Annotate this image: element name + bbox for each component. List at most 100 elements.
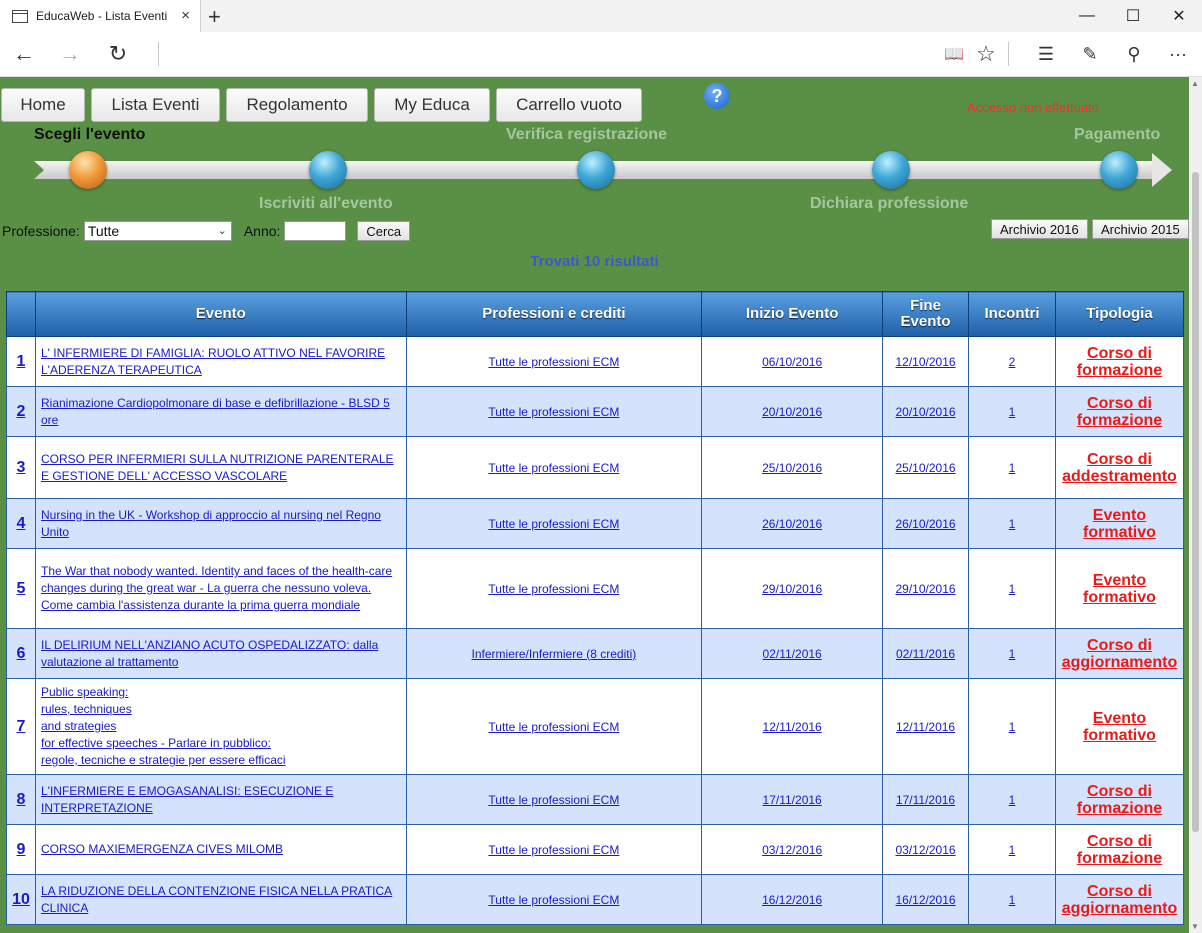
menu-home-button[interactable]: Home bbox=[1, 88, 85, 122]
back-icon[interactable]: ← bbox=[4, 32, 44, 76]
event-type-link[interactable]: Evento formativo bbox=[1083, 507, 1156, 541]
event-title-link[interactable]: LA RIDUZIONE DELLA CONTENZIONE FISICA NE… bbox=[41, 884, 392, 915]
row-number-link[interactable]: 4 bbox=[17, 515, 26, 532]
end-date-link[interactable]: 16/12/2016 bbox=[895, 893, 955, 907]
row-number-link[interactable]: 10 bbox=[12, 891, 30, 908]
close-window-button[interactable]: ✕ bbox=[1156, 0, 1202, 32]
favorite-star-icon[interactable]: ☆ bbox=[966, 32, 1006, 76]
event-title-link[interactable]: Nursing in the UK - Workshop di approcci… bbox=[41, 508, 381, 539]
refresh-icon[interactable]: ↻ bbox=[98, 32, 138, 76]
start-date-link[interactable]: 29/10/2016 bbox=[762, 582, 822, 596]
start-date-link[interactable]: 25/10/2016 bbox=[762, 461, 822, 475]
end-date-link[interactable]: 29/10/2016 bbox=[895, 582, 955, 596]
professions-link[interactable]: Tutte le professioni ECM bbox=[488, 893, 619, 907]
end-date-link[interactable]: 03/12/2016 bbox=[895, 843, 955, 857]
end-date-link[interactable]: 20/10/2016 bbox=[895, 405, 955, 419]
event-type-link[interactable]: Corso di formazione bbox=[1077, 395, 1162, 429]
row-number-link[interactable]: 7 bbox=[17, 718, 26, 735]
professions-link[interactable]: Tutte le professioni ECM bbox=[488, 582, 619, 596]
more-icon[interactable]: ··· bbox=[1158, 32, 1198, 76]
web-note-icon[interactable]: ✎ bbox=[1070, 32, 1110, 76]
event-title-link[interactable]: CORSO PER INFERMIERI SULLA NUTRIZIONE PA… bbox=[41, 452, 394, 483]
professions-link[interactable]: Tutte le professioni ECM bbox=[488, 843, 619, 857]
table-cell: Nursing in the UK - Workshop di approcci… bbox=[34, 498, 407, 549]
professions-link[interactable]: Tutte le professioni ECM bbox=[488, 405, 619, 419]
meetings-link[interactable]: 1 bbox=[1009, 517, 1016, 531]
scroll-down-icon[interactable]: ▼ bbox=[1191, 922, 1199, 931]
meetings-link[interactable]: 1 bbox=[1009, 720, 1016, 734]
page-scrollbar[interactable]: ▲ ▼ bbox=[1189, 77, 1202, 933]
start-date-link[interactable]: 16/12/2016 bbox=[762, 893, 822, 907]
professions-link[interactable]: Tutte le professioni ECM bbox=[488, 517, 619, 531]
start-date-link[interactable]: 06/10/2016 bbox=[762, 355, 822, 369]
end-date-link[interactable]: 26/10/2016 bbox=[895, 517, 955, 531]
event-type-link[interactable]: Evento formativo bbox=[1083, 572, 1156, 606]
professions-link[interactable]: Tutte le professioni ECM bbox=[488, 793, 619, 807]
menu-my-educa-button[interactable]: My Educa bbox=[374, 88, 490, 122]
meetings-link[interactable]: 1 bbox=[1009, 843, 1016, 857]
start-date-link[interactable]: 12/11/2016 bbox=[763, 720, 822, 734]
meetings-link[interactable]: 1 bbox=[1009, 405, 1016, 419]
archive-2015-button[interactable]: Archivio 2015 bbox=[1092, 219, 1189, 239]
professions-link[interactable]: Infermiere/Infermiere (8 crediti) bbox=[472, 647, 637, 661]
event-type-link[interactable]: Corso di formazione bbox=[1077, 833, 1162, 867]
event-title-link[interactable]: Rianimazione Cardiopolmonare di base e d… bbox=[41, 396, 390, 427]
search-button[interactable]: Cerca bbox=[357, 221, 411, 241]
event-type-link[interactable]: Corso di formazione bbox=[1077, 783, 1162, 817]
archive-2016-button[interactable]: Archivio 2016 bbox=[991, 219, 1088, 239]
menu-cart-button[interactable]: Carrello vuoto bbox=[496, 88, 642, 122]
event-type-link[interactable]: Corso di formazione bbox=[1077, 345, 1162, 379]
help-icon[interactable]: ? bbox=[704, 83, 730, 109]
meetings-link[interactable]: 2 bbox=[1009, 355, 1016, 369]
event-title-link[interactable]: CORSO MAXIEMERGENZA CIVES MILOMB bbox=[41, 842, 283, 856]
meetings-link[interactable]: 1 bbox=[1009, 582, 1016, 596]
browser-tab[interactable]: EducaWeb - Lista Eventi × bbox=[0, 0, 201, 32]
event-type-link[interactable]: Corso di aggiornamento bbox=[1062, 637, 1178, 671]
meetings-link[interactable]: 1 bbox=[1009, 793, 1016, 807]
start-date-link[interactable]: 17/11/2016 bbox=[763, 793, 822, 807]
hub-icon[interactable]: ☰ bbox=[1026, 32, 1066, 76]
row-number-link[interactable]: 2 bbox=[17, 403, 26, 420]
meetings-link[interactable]: 1 bbox=[1009, 461, 1016, 475]
scrollbar-thumb[interactable] bbox=[1192, 172, 1199, 832]
event-type-link[interactable]: Corso di aggiornamento bbox=[1062, 883, 1178, 917]
meetings-link[interactable]: 1 bbox=[1009, 893, 1016, 907]
professions-link[interactable]: Tutte le professioni ECM bbox=[488, 720, 619, 734]
maximize-button[interactable]: ☐ bbox=[1110, 0, 1156, 32]
event-title-link[interactable]: Public speaking: rules, techniques and s… bbox=[41, 685, 286, 767]
meetings-link[interactable]: 1 bbox=[1009, 647, 1016, 661]
event-title-link[interactable]: L' INFERMIERE DI FAMIGLIA: RUOLO ATTIVO … bbox=[41, 346, 385, 377]
event-title-link[interactable]: IL DELIRIUM NELL'ANZIANO ACUTO OSPEDALIZ… bbox=[41, 638, 378, 669]
scroll-up-icon[interactable]: ▲ bbox=[1191, 79, 1199, 88]
end-date-link[interactable]: 12/11/2016 bbox=[896, 720, 955, 734]
start-date-link[interactable]: 26/10/2016 bbox=[762, 517, 822, 531]
new-tab-button[interactable]: + bbox=[208, 4, 221, 30]
row-number-link[interactable]: 8 bbox=[17, 791, 26, 808]
end-date-link[interactable]: 25/10/2016 bbox=[895, 461, 955, 475]
end-date-link[interactable]: 02/11/2016 bbox=[896, 647, 955, 661]
menu-rules-button[interactable]: Regolamento bbox=[226, 88, 368, 122]
event-type-link[interactable]: Evento formativo bbox=[1083, 710, 1156, 744]
tab-close-icon[interactable]: × bbox=[181, 7, 190, 24]
forward-icon[interactable]: → bbox=[50, 32, 90, 76]
professions-link[interactable]: Tutte le professioni ECM bbox=[488, 461, 619, 475]
event-type-link[interactable]: Corso di addestramento bbox=[1062, 451, 1177, 485]
start-date-link[interactable]: 02/11/2016 bbox=[763, 647, 822, 661]
start-date-link[interactable]: 20/10/2016 bbox=[762, 405, 822, 419]
event-title-link[interactable]: L'INFERMIERE E EMOGASANALISI: ESECUZIONE… bbox=[41, 784, 333, 815]
end-date-link[interactable]: 17/11/2016 bbox=[896, 793, 955, 807]
row-number-link[interactable]: 1 bbox=[17, 353, 26, 370]
menu-events-button[interactable]: Lista Eventi bbox=[91, 88, 220, 122]
year-input[interactable] bbox=[284, 221, 347, 241]
start-date-link[interactable]: 03/12/2016 bbox=[762, 843, 822, 857]
event-title-link[interactable]: The War that nobody wanted. Identity and… bbox=[41, 564, 392, 612]
minimize-button[interactable]: — bbox=[1064, 0, 1110, 32]
row-number-link[interactable]: 6 bbox=[17, 645, 26, 662]
end-date-link[interactable]: 12/10/2016 bbox=[895, 355, 955, 369]
row-number-link[interactable]: 5 bbox=[17, 580, 26, 597]
share-icon[interactable]: ⚲ bbox=[1114, 32, 1154, 76]
profession-select[interactable]: Tutte ⌄ bbox=[83, 221, 232, 241]
row-number-link[interactable]: 3 bbox=[17, 459, 26, 476]
professions-link[interactable]: Tutte le professioni ECM bbox=[488, 355, 619, 369]
row-number-link[interactable]: 9 bbox=[17, 841, 26, 858]
